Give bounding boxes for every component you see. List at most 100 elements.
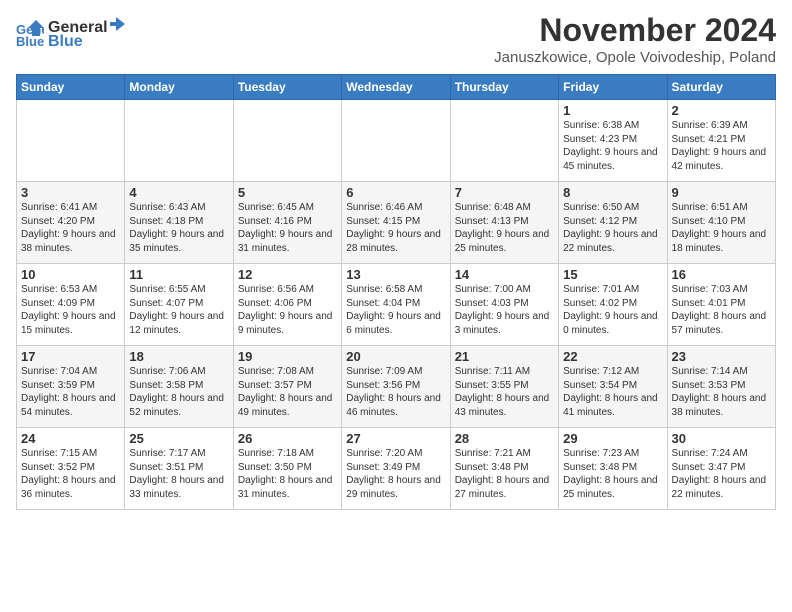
day-number: 30 [672,431,771,446]
day-cell: 29Sunrise: 7:23 AM Sunset: 3:48 PM Dayli… [559,428,667,510]
day-info: Sunrise: 7:08 AM Sunset: 3:57 PM Dayligh… [238,365,337,419]
day-info: Sunrise: 6:48 AM Sunset: 4:13 PM Dayligh… [455,201,554,255]
day-cell: 21Sunrise: 7:11 AM Sunset: 3:55 PM Dayli… [450,346,558,428]
day-cell [17,100,125,182]
header-row: Sunday Monday Tuesday Wednesday Thursday… [17,75,776,100]
day-number: 3 [21,185,120,200]
logo: General Blue General Blue [16,16,126,51]
day-cell: 30Sunrise: 7:24 AM Sunset: 3:47 PM Dayli… [667,428,775,510]
day-cell: 13Sunrise: 6:58 AM Sunset: 4:04 PM Dayli… [342,264,450,346]
day-number: 9 [672,185,771,200]
day-cell: 23Sunrise: 7:14 AM Sunset: 3:53 PM Dayli… [667,346,775,428]
day-cell: 9Sunrise: 6:51 AM Sunset: 4:10 PM Daylig… [667,182,775,264]
col-monday: Monday [125,75,233,100]
day-number: 25 [129,431,228,446]
day-cell [450,100,558,182]
day-info: Sunrise: 7:11 AM Sunset: 3:55 PM Dayligh… [455,365,554,419]
day-number: 14 [455,267,554,282]
day-number: 27 [346,431,445,446]
day-cell [125,100,233,182]
day-cell: 16Sunrise: 7:03 AM Sunset: 4:01 PM Dayli… [667,264,775,346]
day-number: 17 [21,349,120,364]
day-info: Sunrise: 6:41 AM Sunset: 4:20 PM Dayligh… [21,201,120,255]
calendar-body: 1Sunrise: 6:38 AM Sunset: 4:23 PM Daylig… [17,100,776,510]
day-info: Sunrise: 7:18 AM Sunset: 3:50 PM Dayligh… [238,447,337,501]
day-info: Sunrise: 7:01 AM Sunset: 4:02 PM Dayligh… [563,283,662,337]
day-cell: 17Sunrise: 7:04 AM Sunset: 3:59 PM Dayli… [17,346,125,428]
location: Januszkowice, Opole Voivodeship, Poland [494,49,776,66]
day-info: Sunrise: 7:09 AM Sunset: 3:56 PM Dayligh… [346,365,445,419]
day-info: Sunrise: 6:53 AM Sunset: 4:09 PM Dayligh… [21,283,120,337]
day-info: Sunrise: 7:17 AM Sunset: 3:51 PM Dayligh… [129,447,228,501]
day-cell: 20Sunrise: 7:09 AM Sunset: 3:56 PM Dayli… [342,346,450,428]
day-number: 5 [238,185,337,200]
col-saturday: Saturday [667,75,775,100]
day-number: 2 [672,103,771,118]
day-cell: 10Sunrise: 6:53 AM Sunset: 4:09 PM Dayli… [17,264,125,346]
week-row-3: 10Sunrise: 6:53 AM Sunset: 4:09 PM Dayli… [17,264,776,346]
day-cell: 18Sunrise: 7:06 AM Sunset: 3:58 PM Dayli… [125,346,233,428]
col-wednesday: Wednesday [342,75,450,100]
col-friday: Friday [559,75,667,100]
col-thursday: Thursday [450,75,558,100]
day-number: 4 [129,185,228,200]
day-number: 21 [455,349,554,364]
day-cell: 1Sunrise: 6:38 AM Sunset: 4:23 PM Daylig… [559,100,667,182]
day-cell: 27Sunrise: 7:20 AM Sunset: 3:49 PM Dayli… [342,428,450,510]
day-cell: 14Sunrise: 7:00 AM Sunset: 4:03 PM Dayli… [450,264,558,346]
title-area: November 2024 Januszkowice, Opole Voivod… [494,12,776,66]
day-cell: 3Sunrise: 6:41 AM Sunset: 4:20 PM Daylig… [17,182,125,264]
col-tuesday: Tuesday [233,75,341,100]
day-number: 8 [563,185,662,200]
day-number: 6 [346,185,445,200]
day-cell: 6Sunrise: 6:46 AM Sunset: 4:15 PM Daylig… [342,182,450,264]
day-number: 20 [346,349,445,364]
day-info: Sunrise: 7:15 AM Sunset: 3:52 PM Dayligh… [21,447,120,501]
day-cell: 12Sunrise: 6:56 AM Sunset: 4:06 PM Dayli… [233,264,341,346]
day-info: Sunrise: 7:12 AM Sunset: 3:54 PM Dayligh… [563,365,662,419]
day-number: 1 [563,103,662,118]
calendar-table: Sunday Monday Tuesday Wednesday Thursday… [16,74,776,510]
day-info: Sunrise: 6:50 AM Sunset: 4:12 PM Dayligh… [563,201,662,255]
header: General Blue General Blue November 2024 … [16,12,776,66]
day-cell: 4Sunrise: 6:43 AM Sunset: 4:18 PM Daylig… [125,182,233,264]
day-info: Sunrise: 7:23 AM Sunset: 3:48 PM Dayligh… [563,447,662,501]
day-number: 12 [238,267,337,282]
day-cell: 7Sunrise: 6:48 AM Sunset: 4:13 PM Daylig… [450,182,558,264]
day-number: 16 [672,267,771,282]
page: General Blue General Blue November 2024 … [0,0,792,518]
day-info: Sunrise: 7:20 AM Sunset: 3:49 PM Dayligh… [346,447,445,501]
day-number: 22 [563,349,662,364]
day-number: 24 [21,431,120,446]
col-sunday: Sunday [17,75,125,100]
day-cell: 5Sunrise: 6:45 AM Sunset: 4:16 PM Daylig… [233,182,341,264]
day-number: 10 [21,267,120,282]
day-info: Sunrise: 7:24 AM Sunset: 3:47 PM Dayligh… [672,447,771,501]
week-row-4: 17Sunrise: 7:04 AM Sunset: 3:59 PM Dayli… [17,346,776,428]
day-cell: 22Sunrise: 7:12 AM Sunset: 3:54 PM Dayli… [559,346,667,428]
day-info: Sunrise: 6:56 AM Sunset: 4:06 PM Dayligh… [238,283,337,337]
day-cell [342,100,450,182]
day-info: Sunrise: 6:46 AM Sunset: 4:15 PM Dayligh… [346,201,445,255]
day-number: 29 [563,431,662,446]
month-title: November 2024 [494,12,776,49]
day-number: 11 [129,267,228,282]
day-number: 7 [455,185,554,200]
week-row-2: 3Sunrise: 6:41 AM Sunset: 4:20 PM Daylig… [17,182,776,264]
day-cell: 2Sunrise: 6:39 AM Sunset: 4:21 PM Daylig… [667,100,775,182]
day-cell: 11Sunrise: 6:55 AM Sunset: 4:07 PM Dayli… [125,264,233,346]
day-info: Sunrise: 7:04 AM Sunset: 3:59 PM Dayligh… [21,365,120,419]
week-row-5: 24Sunrise: 7:15 AM Sunset: 3:52 PM Dayli… [17,428,776,510]
day-number: 19 [238,349,337,364]
day-info: Sunrise: 7:14 AM Sunset: 3:53 PM Dayligh… [672,365,771,419]
logo-arrow [110,16,126,32]
day-number: 13 [346,267,445,282]
day-cell: 28Sunrise: 7:21 AM Sunset: 3:48 PM Dayli… [450,428,558,510]
day-cell: 19Sunrise: 7:08 AM Sunset: 3:57 PM Dayli… [233,346,341,428]
day-number: 28 [455,431,554,446]
day-cell: 25Sunrise: 7:17 AM Sunset: 3:51 PM Dayli… [125,428,233,510]
day-info: Sunrise: 7:03 AM Sunset: 4:01 PM Dayligh… [672,283,771,337]
day-number: 26 [238,431,337,446]
day-cell: 15Sunrise: 7:01 AM Sunset: 4:02 PM Dayli… [559,264,667,346]
day-info: Sunrise: 6:38 AM Sunset: 4:23 PM Dayligh… [563,119,662,173]
